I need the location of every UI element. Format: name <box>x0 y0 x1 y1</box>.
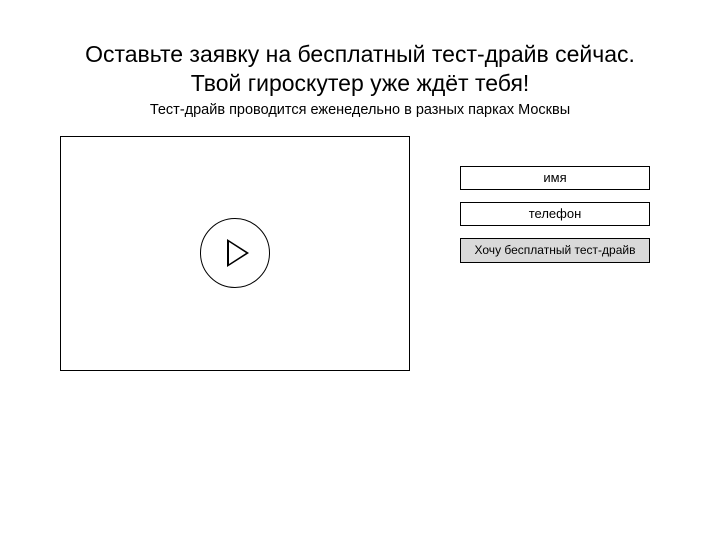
phone-field[interactable]: телефон <box>460 202 650 226</box>
name-field[interactable]: имя <box>460 166 650 190</box>
submit-button[interactable]: Хочу бесплатный тест-драйв <box>460 238 650 264</box>
play-button[interactable] <box>200 218 270 288</box>
page-subheading: Тест-драйв проводится еженедельно в разн… <box>60 102 660 118</box>
video-placeholder[interactable] <box>60 136 410 371</box>
heading-line-2: Твой гироскутер уже ждёт тебя! <box>191 70 530 96</box>
signup-form: имя телефон Хочу бесплатный тест-драйв <box>460 166 650 264</box>
heading-line-1: Оставьте заявку на бесплатный тест-драйв… <box>85 41 635 67</box>
play-icon <box>227 239 249 267</box>
page-heading: Оставьте заявку на бесплатный тест-драйв… <box>60 40 660 98</box>
